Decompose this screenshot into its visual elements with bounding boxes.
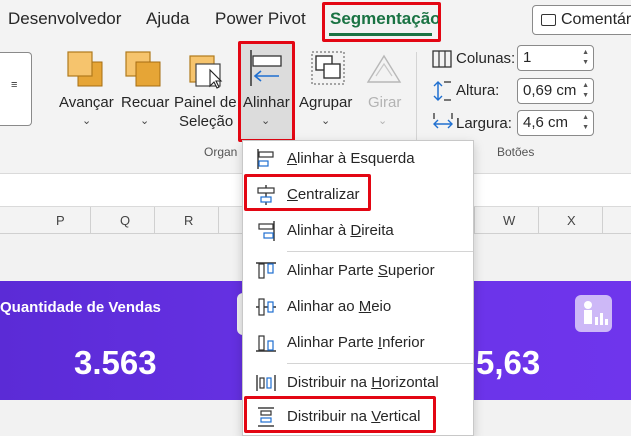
align-center-icon — [257, 185, 275, 205]
menu-separator — [287, 251, 473, 252]
ribbon-tabs: Desenvolvedor Ajuda Power Pivot Segmenta… — [0, 0, 631, 44]
align-bottom-icon — [256, 335, 276, 352]
width-icon — [433, 113, 453, 129]
spin-down-icon[interactable]: ▼ — [582, 124, 589, 132]
menu-item-align-top[interactable]: Alinhar Parte Superior — [243, 255, 473, 287]
altura-value: 0,69 cm — [523, 82, 577, 99]
largura-label: Largura: — [456, 115, 512, 132]
distribute-horizontal-icon — [256, 375, 276, 391]
tab-ajuda[interactable]: Ajuda — [146, 9, 189, 29]
tab-power-pivot[interactable]: Power Pivot — [215, 9, 306, 29]
girar-chevron-icon[interactable]: ⌄ — [378, 114, 387, 127]
kpi-title: Quantidade de Vendas — [0, 299, 161, 316]
altura-field[interactable]: 0,69 cm ▲ ▼ — [517, 78, 594, 104]
recuar-chevron-icon[interactable]: ⌄ — [140, 114, 149, 127]
column-divider — [474, 207, 475, 234]
tab-segmentacao[interactable]: Segmentação — [330, 9, 441, 29]
column-divider — [602, 207, 603, 234]
height-icon — [433, 81, 451, 101]
spin-up-icon[interactable]: ▲ — [582, 82, 589, 90]
menu-item-align-left[interactable]: Alinhar à Esquerda — [243, 143, 473, 175]
altura-label: Altura: — [456, 82, 500, 99]
column-divider — [218, 207, 219, 234]
chart-person-icon — [575, 295, 612, 332]
agrupar-label: Agrupar — [299, 94, 353, 111]
colunas-value: 1 — [523, 49, 532, 66]
largura-value: 4,6 cm — [523, 114, 569, 131]
alinhar-chevron-icon[interactable]: ⌄ — [261, 114, 270, 127]
send-backward-icon — [125, 51, 161, 87]
group-label-botoes: Botões — [497, 145, 535, 159]
painel-line2: Seleção — [179, 113, 234, 130]
spin-down-icon[interactable]: ▼ — [582, 92, 589, 100]
align-right-icon — [258, 221, 275, 241]
comment-button-label: Comentár — [561, 11, 631, 28]
column-header-x[interactable]: X — [567, 213, 576, 228]
active-tab-underline — [329, 33, 432, 36]
menu-item-align-right[interactable]: Alinhar à Direita — [243, 215, 473, 247]
column-divider — [90, 207, 91, 234]
rotate-icon — [366, 54, 402, 83]
group-icon — [311, 51, 345, 85]
comment-button[interactable]: Comentár — [532, 5, 631, 35]
menu-item-align-center[interactable]: Centralizar — [243, 179, 473, 211]
girar-label: Girar — [368, 94, 402, 111]
column-header-r[interactable]: R — [184, 213, 193, 228]
align-dropdown-menu: Alinhar à Esquerda Centralizar Alinhar à… — [242, 140, 474, 436]
gallery-scroll-button[interactable]: ≡ — [0, 52, 32, 126]
menu-item-align-bottom[interactable]: Alinhar Parte Inferior — [243, 327, 473, 359]
columns-icon — [432, 50, 452, 68]
kpi-value-partial: 5,63 — [476, 344, 541, 381]
menu-separator — [287, 363, 473, 364]
colunas-field[interactable]: 1 ▲ ▼ — [517, 45, 594, 71]
avancar-label: Avançar — [59, 94, 114, 111]
painel-line1: Painel de — [174, 94, 237, 111]
align-icon — [250, 50, 282, 86]
largura-field[interactable]: 4,6 cm ▲ ▼ — [517, 110, 594, 136]
spin-up-icon[interactable]: ▲ — [582, 49, 589, 57]
spin-up-icon[interactable]: ▲ — [582, 114, 589, 122]
column-divider — [538, 207, 539, 234]
align-left-icon — [257, 149, 274, 169]
comment-icon — [541, 14, 556, 26]
agrupar-chevron-icon[interactable]: ⌄ — [321, 114, 330, 127]
spin-down-icon[interactable]: ▼ — [582, 59, 589, 67]
menu-item-distribute-horizontal[interactable]: Distribuir na Horizontal — [243, 367, 473, 399]
bring-forward-icon — [67, 51, 103, 87]
column-header-q[interactable]: Q — [120, 213, 130, 228]
distribute-vertical-icon — [258, 407, 274, 427]
alinhar-label: Alinhar — [243, 94, 290, 111]
selection-pane-icon — [189, 55, 223, 89]
recuar-label: Recuar — [121, 94, 170, 111]
menu-item-align-middle[interactable]: Alinhar ao Meio — [243, 291, 473, 323]
avancar-chevron-icon[interactable]: ⌄ — [82, 114, 91, 127]
colunas-label: Colunas: — [456, 50, 516, 67]
kpi-value: 3.563 — [74, 344, 157, 381]
column-header-p[interactable]: P — [56, 213, 65, 228]
group-label-organizar: Organ — [204, 145, 238, 159]
column-divider — [154, 207, 155, 234]
align-top-icon — [256, 262, 276, 279]
menu-item-distribute-vertical[interactable]: Distribuir na Vertical — [243, 401, 473, 433]
column-header-w[interactable]: W — [503, 213, 515, 228]
align-middle-icon — [256, 298, 276, 316]
tab-desenvolvedor[interactable]: Desenvolvedor — [8, 9, 121, 29]
